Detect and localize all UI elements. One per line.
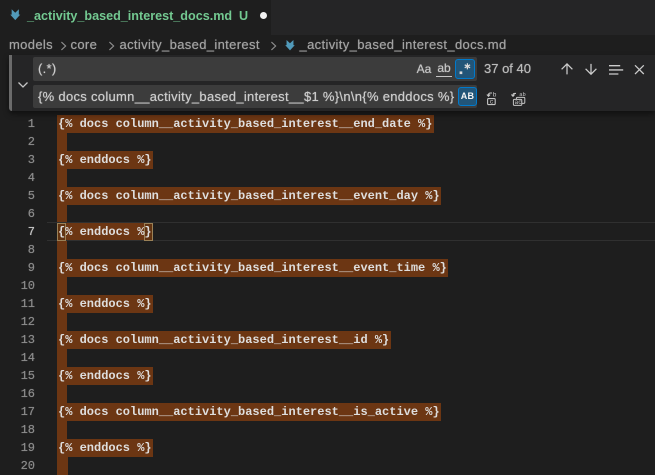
- svg-text:ab: ab: [519, 91, 526, 98]
- svg-text:c: c: [490, 99, 494, 106]
- svg-text:b: b: [493, 91, 497, 98]
- svg-text:ac: ac: [515, 99, 523, 106]
